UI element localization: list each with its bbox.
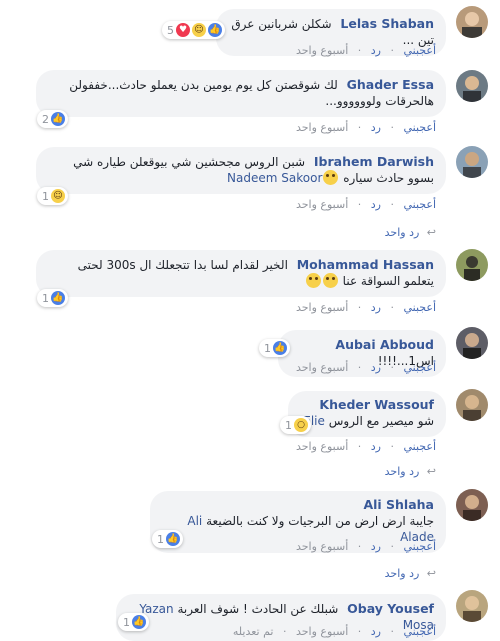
timestamp[interactable]: أسبوع واحد [296, 540, 348, 553]
reaction-count: 1 [264, 341, 271, 355]
comment-actions: أعجبني · رد · أسبوع واحد · تم تعديله [232, 625, 436, 638]
timestamp[interactable]: أسبوع واحد [296, 44, 348, 57]
reply-arrow-icon: ↩ [426, 465, 436, 478]
reaction-summary[interactable]: 1 👍 [37, 289, 68, 307]
commenter-name[interactable]: Kheder Wassouf [305, 397, 434, 413]
like-icon: 👍 [273, 341, 287, 355]
commenter-name[interactable]: Ghader Essa [347, 77, 434, 92]
commenter-name[interactable]: Lelas Shaban [340, 16, 434, 31]
commenter-name[interactable]: Aubai Abboud [335, 337, 434, 352]
like-button[interactable]: أعجبني [403, 44, 436, 57]
like-button[interactable]: أعجبني [403, 301, 436, 314]
like-button[interactable]: أعجبني [403, 540, 436, 553]
wow-icon: ○ [294, 418, 308, 432]
commenter-name[interactable]: Ibrahem Darwish [314, 154, 434, 169]
haha-emoji [305, 273, 321, 288]
reply-button[interactable]: رد [371, 625, 381, 638]
reaction-summary[interactable]: 1 👍 [118, 613, 149, 631]
comment-actions: أعجبني · رد · أسبوع واحد [295, 121, 436, 134]
view-replies-link[interactable]: ↩ رد واحد [385, 465, 436, 478]
reply-button[interactable]: رد [371, 44, 381, 57]
like-icon: 👍 [132, 615, 146, 629]
reaction-count: 1 [285, 418, 292, 432]
reaction-count: 2 [42, 112, 49, 126]
edited-label[interactable]: تم تعديله [233, 625, 274, 638]
reaction-summary[interactable]: 1 👍 [152, 530, 183, 548]
view-replies-link[interactable]: ↩ رد واحد [385, 567, 436, 580]
avatar[interactable] [456, 146, 488, 178]
comment-text: شبلك عن الحادث ! شوف العربة [177, 602, 339, 616]
comment-actions: أعجبني · رد · أسبوع واحد [295, 301, 436, 314]
haha-icon: ☺ [51, 189, 65, 203]
timestamp[interactable]: أسبوع واحد [296, 361, 348, 374]
reaction-count: 1 [42, 189, 49, 203]
reply-button[interactable]: رد [371, 440, 381, 453]
reply-arrow-icon: ↩ [426, 226, 436, 239]
timestamp[interactable]: أسبوع واحد [296, 440, 348, 453]
commenter-name[interactable]: Mohammad Hassan [297, 257, 434, 272]
reply-button[interactable]: رد [371, 301, 381, 314]
commenter-name[interactable]: Ali Shlaha [167, 497, 434, 513]
timestamp[interactable]: أسبوع واحد [296, 121, 348, 134]
reaction-summary[interactable]: 1 👍 [259, 339, 290, 357]
reply-button[interactable]: رد [371, 540, 381, 553]
reaction-count: 1 [42, 291, 49, 305]
view-replies-link[interactable]: ↩ رد واحد [385, 226, 436, 239]
like-icon: 👍 [51, 112, 65, 126]
avatar[interactable] [456, 590, 488, 622]
tagged-user[interactable]: Nadeem Sakoor [227, 171, 322, 185]
avatar[interactable] [456, 70, 488, 102]
reaction-count: 5 [167, 23, 174, 37]
comment-bubble: Kheder Wassouf شو ميصير مع الروس Elie [288, 391, 446, 437]
like-button[interactable]: أعجبني [403, 121, 436, 134]
timestamp[interactable]: أسبوع واحد [296, 301, 348, 314]
comment-actions: أعجبني · رد · أسبوع واحد [295, 440, 436, 453]
reaction-count: 1 [123, 615, 130, 629]
comment-bubble: Mohammad Hassan الخير لقدام لسا بدا تتجع… [36, 250, 446, 297]
comment-actions: أعجبني · رد · أسبوع واحد [295, 44, 436, 57]
like-icon: 👍 [51, 291, 65, 305]
comment-bubble: Ibrahem Darwish شبن الروس مجحشين شي بيوق… [36, 147, 446, 194]
reaction-count: 1 [157, 532, 164, 546]
like-button[interactable]: أعجبني [403, 198, 436, 211]
reaction-summary[interactable]: 2 👍 [37, 110, 68, 128]
comment-actions: أعجبني · رد · أسبوع واحد [295, 361, 436, 374]
reaction-summary[interactable]: 1 ☺ [37, 187, 68, 205]
comment-bubble: Ghader Essa لك شوقصتن كل يوم يومين بدن ي… [36, 70, 446, 117]
like-button[interactable]: أعجبني [403, 361, 436, 374]
reply-arrow-icon: ↩ [426, 567, 436, 580]
reaction-summary[interactable]: 5 ♥ ☺ 👍 [162, 21, 225, 39]
like-button[interactable]: أعجبني [403, 440, 436, 453]
comment-text: شو ميصير مع الروس [328, 414, 434, 428]
comment-text: جايبة ارض ارض من البرجيات ولا كنت بالضيع… [206, 514, 434, 528]
timestamp[interactable]: أسبوع واحد [296, 198, 348, 211]
haha-emoji [323, 170, 339, 185]
comment-actions: أعجبني · رد · أسبوع واحد [295, 540, 436, 553]
avatar[interactable] [456, 389, 488, 421]
reply-button[interactable]: رد [371, 361, 381, 374]
comment-actions: أعجبني · رد · أسبوع واحد [295, 198, 436, 211]
reply-button[interactable]: رد [371, 121, 381, 134]
avatar[interactable] [456, 489, 488, 521]
reaction-summary[interactable]: 1 ○ [280, 416, 311, 434]
reply-button[interactable]: رد [371, 198, 381, 211]
avatar[interactable] [456, 249, 488, 281]
avatar[interactable] [456, 6, 488, 38]
haha-icon: ☺ [192, 23, 206, 37]
like-icon: 👍 [166, 532, 180, 546]
timestamp[interactable]: أسبوع واحد [296, 625, 348, 638]
avatar[interactable] [456, 327, 488, 359]
like-icon: 👍 [208, 23, 222, 37]
haha-emoji [322, 273, 338, 288]
like-button[interactable]: أعجبني [403, 625, 436, 638]
commenter-name[interactable]: Obay Yousef [347, 601, 434, 616]
love-icon: ♥ [176, 23, 190, 37]
